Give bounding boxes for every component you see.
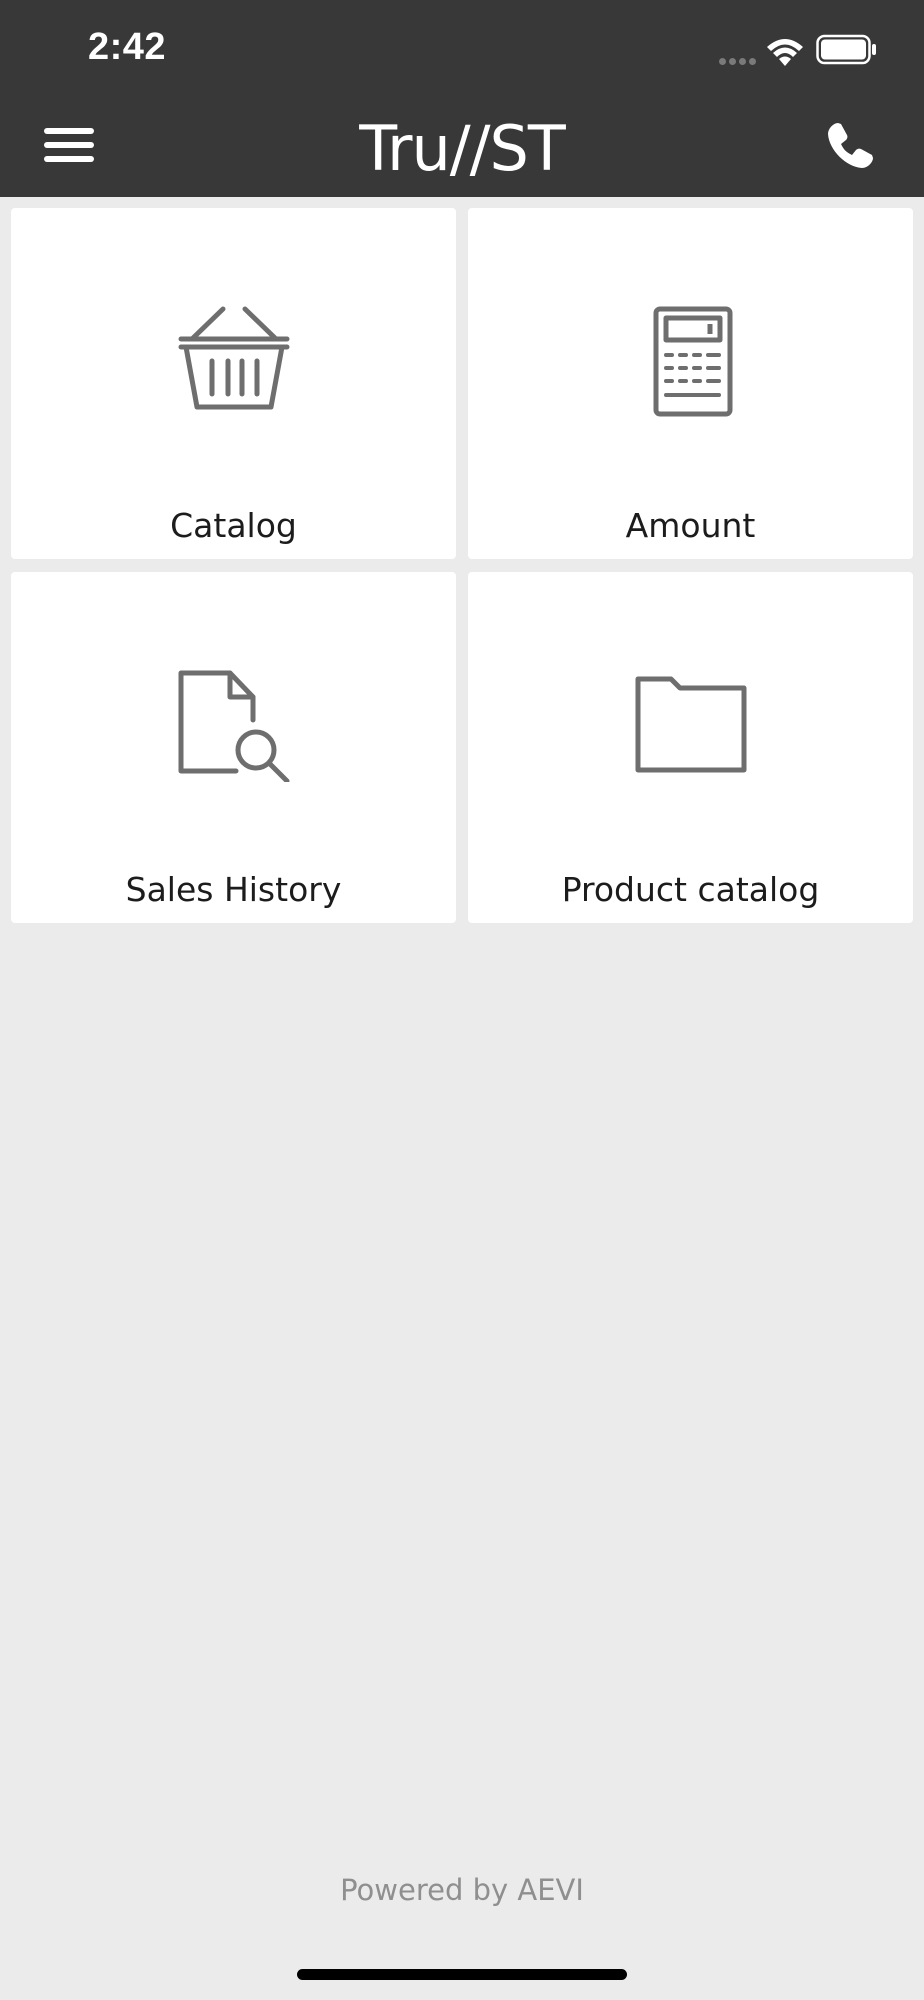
wifi-icon [767,39,803,66]
tile-catalog-label: Catalog [170,506,297,545]
tile-amount-label: Amount [625,506,756,545]
phone-icon [828,123,873,168]
call-button[interactable] [824,120,876,172]
tile-product-catalog-label: Product catalog [561,870,820,909]
calculator-icon [653,306,733,417]
tile-sales-history[interactable]: Sales History [11,572,456,923]
folder-icon [635,676,747,773]
powered-by-footer: Powered by AEVI [340,1873,584,1907]
app-header: 2:42 Tru//ST [0,0,924,197]
document-search-icon [178,670,290,782]
tile-amount[interactable]: Amount [468,208,913,559]
tile-catalog[interactable]: Catalog [11,208,456,559]
cellular-signal-icon [716,52,756,70]
tile-product-catalog[interactable]: Product catalog [468,572,913,923]
tile-sales-history-label: Sales History [125,870,342,909]
basket-icon [178,306,290,410]
battery-icon [816,34,876,65]
home-indicator[interactable] [297,1969,627,1980]
app-logo: Tru//ST [359,112,566,185]
status-time: 2:42 [88,26,167,68]
